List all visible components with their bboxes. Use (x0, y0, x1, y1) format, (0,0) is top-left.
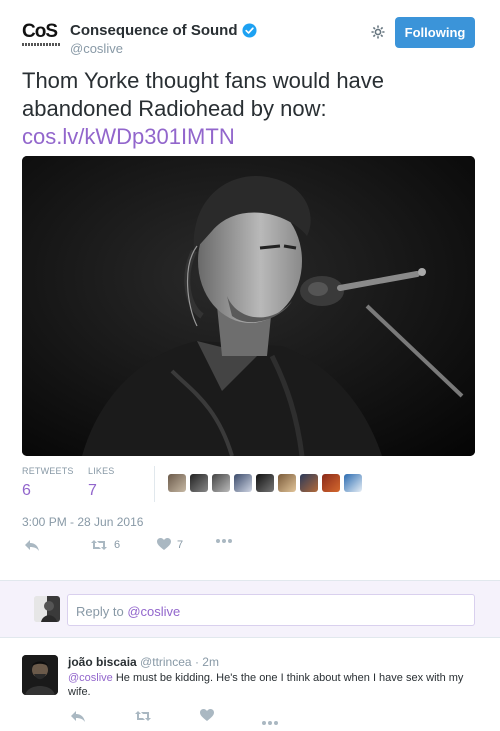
reply-author-handle[interactable]: @ttrincea (140, 655, 192, 669)
reply-action[interactable] (24, 538, 40, 552)
tweet-actions: 6 7 (22, 538, 475, 558)
tweet-timestamp[interactable]: 3:00 PM - 28 Jun 2016 (22, 515, 143, 529)
liker-avatar[interactable] (256, 474, 274, 492)
reply-more-action[interactable] (262, 713, 278, 731)
reply-tweet[interactable]: joão biscaia @ttrincea · 2m @coslive He … (0, 640, 500, 731)
retweets-stat[interactable]: RETWEETS 6 (22, 466, 74, 500)
reply-icon (71, 711, 85, 722)
likes-stat[interactable]: LIKES 7 (88, 466, 115, 500)
more-action[interactable] (216, 538, 232, 544)
likes-count: 7 (88, 482, 97, 499)
reply-icon (25, 540, 39, 551)
reply-reply-action[interactable] (70, 709, 86, 728)
reply-body-text: He must be kidding. He's the one I think… (68, 672, 464, 698)
reply-text: @coslive He must be kidding. He's the on… (68, 671, 478, 699)
following-button[interactable]: Following (395, 17, 475, 48)
liker-avatar[interactable] (234, 474, 252, 492)
reply-author-avatar[interactable] (22, 655, 58, 695)
tweet-text: Thom Yorke thought fans would have aband… (22, 68, 385, 121)
likes-label: LIKES (88, 466, 115, 476)
reply-placeholder-mention: @coslive (127, 604, 181, 619)
reply-composer: Reply to @coslive (0, 580, 500, 638)
reply-author-avatar-image (22, 655, 58, 695)
reply-header: joão biscaia @ttrincea · 2m (68, 655, 219, 669)
tweet-photo[interactable] (22, 156, 475, 456)
user-avatar-image (34, 596, 60, 622)
retweets-label: RETWEETS (22, 466, 74, 476)
like-count: 7 (177, 538, 184, 551)
liker-avatars (168, 474, 362, 492)
retweet-icon (135, 711, 151, 721)
liker-avatar[interactable] (300, 474, 318, 492)
reply-mention[interactable]: @coslive (68, 672, 113, 684)
logo-text: CoS (22, 21, 58, 42)
account-logo[interactable]: CoS (22, 22, 62, 48)
liker-avatar[interactable] (278, 474, 296, 492)
more-dots-icon (262, 721, 278, 725)
reply-input[interactable]: Reply to @coslive (67, 594, 475, 626)
reply-author-name[interactable]: joão biscaia (68, 655, 137, 669)
tweet-stats: RETWEETS 6 LIKES 7 (22, 466, 475, 506)
logo-subtext-decoration (22, 43, 60, 46)
account-handle[interactable]: @coslive (70, 41, 123, 56)
tweet-link[interactable]: cos.lv/kWDp301IMTN (22, 123, 235, 151)
liker-avatar[interactable] (168, 474, 186, 492)
photo-image (22, 156, 475, 456)
retweet-icon (91, 540, 107, 550)
reply-retweet-action[interactable] (134, 709, 152, 728)
reply-placeholder: Reply to (76, 604, 128, 619)
retweets-count: 6 (22, 482, 31, 499)
liker-avatar[interactable] (344, 474, 362, 492)
retweet-action[interactable]: 6 (90, 538, 120, 552)
account-name-row: Consequence of Sound (70, 22, 257, 39)
account-name[interactable]: Consequence of Sound (70, 22, 238, 39)
verified-badge-icon (241, 23, 257, 38)
reply-like-action[interactable] (200, 709, 214, 727)
tweet-header: CoS Consequence of Sound @coslive Follow… (0, 0, 500, 62)
stats-divider (154, 466, 155, 502)
retweet-count: 6 (114, 539, 121, 551)
settings-gear-icon[interactable] (370, 24, 386, 40)
reply-age[interactable]: · 2m (195, 655, 219, 669)
like-heart-icon (200, 709, 214, 721)
liker-avatar[interactable] (212, 474, 230, 492)
liker-avatar[interactable] (322, 474, 340, 492)
current-user-avatar (34, 596, 60, 622)
more-dots-icon (216, 539, 232, 543)
reply-actions (68, 709, 478, 725)
like-heart-icon (157, 538, 171, 550)
like-action[interactable]: 7 (157, 538, 183, 551)
liker-avatar[interactable] (190, 474, 208, 492)
